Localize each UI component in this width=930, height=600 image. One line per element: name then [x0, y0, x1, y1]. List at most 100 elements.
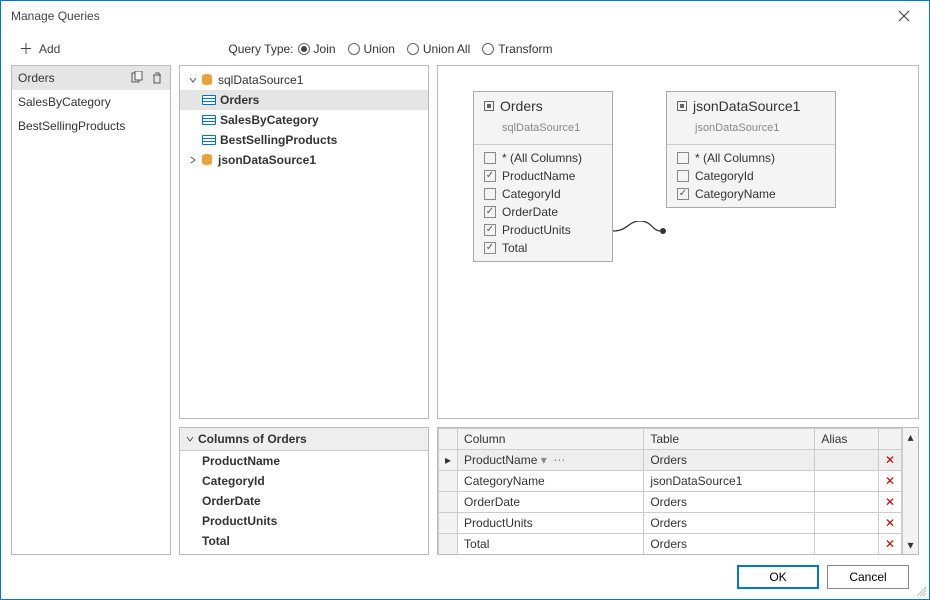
grid-row[interactable]: CategoryNamejsonDataSource1 ✕: [439, 471, 902, 492]
column-total[interactable]: Total: [474, 239, 612, 261]
checkbox-icon[interactable]: [484, 206, 496, 218]
cell-table[interactable]: Orders: [644, 513, 815, 534]
cell-column[interactable]: Total: [458, 534, 644, 555]
column-all[interactable]: * (All Columns): [667, 149, 835, 167]
col-header-column[interactable]: Column: [458, 429, 644, 450]
row-indicator-icon: ▸: [439, 450, 458, 471]
checkbox-icon[interactable]: [484, 152, 496, 164]
grid-row[interactable]: OrderDateOrders ✕: [439, 492, 902, 513]
cell-table[interactable]: Orders: [644, 492, 815, 513]
checkbox-icon[interactable]: [484, 170, 496, 182]
column-categoryname[interactable]: CategoryName: [667, 185, 835, 207]
copy-icon[interactable]: [130, 71, 144, 85]
radio-union-all[interactable]: Union All: [407, 42, 470, 56]
grid-row[interactable]: ProductUnitsOrders ✕: [439, 513, 902, 534]
column-item[interactable]: Total: [180, 531, 428, 551]
cell-alias[interactable]: [815, 471, 879, 492]
column-item[interactable]: ProductUnits: [180, 511, 428, 531]
collapse-icon[interactable]: [677, 101, 687, 111]
query-item-bestsellingproducts[interactable]: BestSellingProducts: [12, 114, 170, 138]
query-type-group: Query Type: Join Union Union All Transfo…: [228, 42, 560, 56]
column-all[interactable]: * (All Columns): [474, 149, 612, 167]
cell-column[interactable]: CategoryName: [458, 471, 644, 492]
delete-icon[interactable]: [150, 71, 164, 85]
cell-column[interactable]: ProductName ▾ ⋯: [458, 450, 644, 471]
join-connector[interactable]: [613, 221, 667, 241]
close-button[interactable]: [889, 1, 919, 31]
delete-row-button[interactable]: ✕: [878, 492, 901, 513]
query-item-orders[interactable]: Orders: [12, 66, 170, 90]
cell-alias[interactable]: [815, 513, 879, 534]
cell-table[interactable]: jsonDataSource1: [644, 471, 815, 492]
column-orderdate[interactable]: OrderDate: [474, 203, 612, 221]
query-type-label: Query Type:: [228, 42, 293, 56]
cell-table[interactable]: Orders: [644, 534, 815, 555]
titlebar: Manage Queries: [1, 1, 929, 31]
radio-icon: [482, 43, 494, 55]
resize-grip-icon[interactable]: [917, 587, 927, 597]
tree-node-salesbycategory[interactable]: SalesByCategory: [180, 110, 428, 130]
checkbox-icon[interactable]: [484, 224, 496, 236]
grid-scrollbar[interactable]: ▴ ▾: [902, 428, 918, 554]
cell-column[interactable]: OrderDate: [458, 492, 644, 513]
table-card-jsondatasource1[interactable]: jsonDataSource1 jsonDataSource1 * (All C…: [666, 91, 836, 208]
cell-column[interactable]: ProductUnits: [458, 513, 644, 534]
dropdown-icon[interactable]: ▾ ⋯: [537, 453, 565, 467]
table-icon: [202, 115, 216, 125]
column-categoryid[interactable]: CategoryId: [667, 167, 835, 185]
datasource-tree: sqlDataSource1 Orders SalesByCategory: [179, 65, 429, 419]
radio-join[interactable]: Join: [298, 42, 336, 56]
cell-alias[interactable]: [815, 534, 879, 555]
grid-table: Column Table Alias ▸ ProductName ▾ ⋯ Ord…: [438, 428, 902, 554]
radio-transform[interactable]: Transform: [482, 42, 552, 56]
column-item[interactable]: OrderDate: [180, 491, 428, 511]
grid-row[interactable]: ▸ ProductName ▾ ⋯ Orders ✕: [439, 450, 902, 471]
delete-row-button[interactable]: ✕: [878, 450, 901, 471]
col-header-alias[interactable]: Alias: [815, 429, 879, 450]
grid-row[interactable]: TotalOrders ✕: [439, 534, 902, 555]
tree-node-sqldatasource1[interactable]: sqlDataSource1: [180, 70, 428, 90]
checkbox-icon[interactable]: [484, 242, 496, 254]
tree-node-bestsellingproducts[interactable]: BestSellingProducts: [180, 130, 428, 150]
cell-alias[interactable]: [815, 492, 879, 513]
column-categoryid[interactable]: CategoryId: [474, 185, 612, 203]
scroll-up-icon[interactable]: ▴: [907, 430, 913, 444]
database-icon: [200, 153, 214, 167]
card-subtitle: jsonDataSource1: [667, 116, 835, 144]
query-item-salesbycategory[interactable]: SalesByCategory: [12, 90, 170, 114]
radio-icon: [298, 43, 310, 55]
checkbox-icon[interactable]: [484, 188, 496, 200]
col-header-table[interactable]: Table: [644, 429, 815, 450]
card-subtitle: sqlDataSource1: [474, 116, 612, 144]
column-item[interactable]: CategoryId: [180, 471, 428, 491]
chevron-down-icon[interactable]: [186, 76, 200, 84]
tree-node-orders[interactable]: Orders: [180, 90, 428, 110]
column-productname[interactable]: ProductName: [474, 167, 612, 185]
window-title: Manage Queries: [11, 9, 100, 23]
scroll-down-icon[interactable]: ▾: [907, 538, 913, 552]
delete-row-button[interactable]: ✕: [878, 471, 901, 492]
checkbox-icon[interactable]: [677, 170, 689, 182]
ok-button[interactable]: OK: [737, 565, 819, 589]
column-productunits[interactable]: ProductUnits: [474, 221, 612, 239]
radio-union[interactable]: Union: [348, 42, 395, 56]
table-icon: [202, 135, 216, 145]
cell-table[interactable]: Orders: [644, 450, 815, 471]
checkbox-icon[interactable]: [677, 152, 689, 164]
close-icon: [898, 10, 910, 22]
card-header: Orders: [474, 92, 612, 116]
add-button[interactable]: ＋ Add: [11, 39, 68, 59]
tree-node-jsondatasource1[interactable]: jsonDataSource1: [180, 150, 428, 170]
checkbox-icon[interactable]: [677, 188, 689, 200]
delete-row-button[interactable]: ✕: [878, 534, 901, 555]
columns-panel-header[interactable]: Columns of Orders: [180, 428, 428, 451]
database-icon: [200, 73, 214, 87]
cancel-button[interactable]: Cancel: [827, 565, 909, 589]
collapse-icon[interactable]: [484, 101, 494, 111]
diagram-canvas[interactable]: Orders sqlDataSource1 * (All Columns) Pr…: [437, 65, 919, 419]
table-card-orders[interactable]: Orders sqlDataSource1 * (All Columns) Pr…: [473, 91, 613, 262]
column-item[interactable]: ProductName: [180, 451, 428, 471]
chevron-right-icon[interactable]: [186, 156, 200, 164]
delete-row-button[interactable]: ✕: [878, 513, 901, 534]
cell-alias[interactable]: [815, 450, 879, 471]
